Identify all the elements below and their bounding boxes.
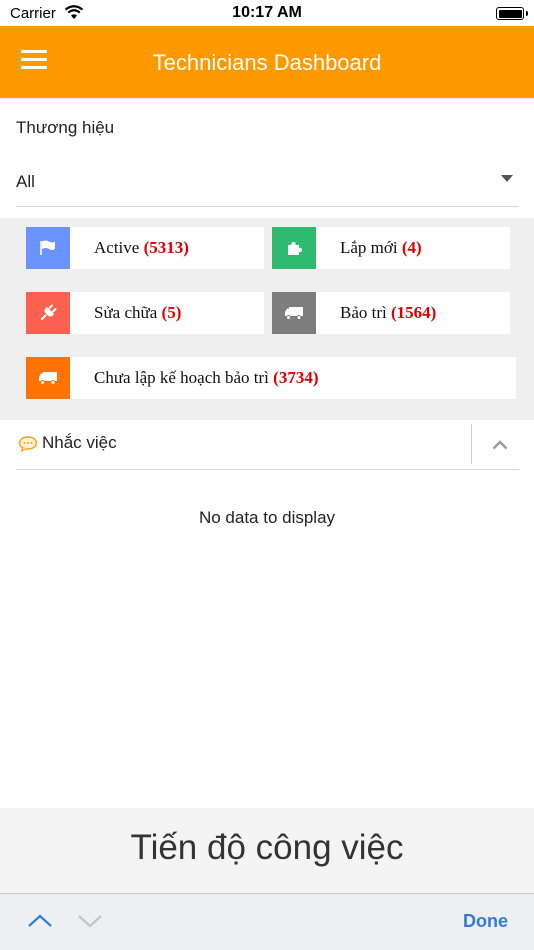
truck-icon <box>272 292 316 334</box>
tile-count: (5313) <box>143 238 189 257</box>
brand-filter-label: Thương hiệu <box>16 118 115 137</box>
chevron-up-icon <box>28 914 52 927</box>
tile-label: Lắp mới (4) <box>340 238 422 257</box>
plug-icon <box>26 292 70 334</box>
tile-active[interactable]: Active (5313) <box>26 227 264 269</box>
clock: 10:17 AM <box>232 4 302 21</box>
tile-lap-moi[interactable]: Lắp mới (4) <box>272 227 510 269</box>
picker-selected-item[interactable]: Tiến độ công việc <box>0 828 534 868</box>
empty-state: No data to display <box>198 508 336 527</box>
tile-count: (1564) <box>391 303 437 322</box>
truck-icon <box>26 357 70 399</box>
chat-bubble-icon <box>18 436 38 457</box>
dropdown-caret-icon <box>501 175 513 182</box>
done-button[interactable]: Done <box>463 911 508 932</box>
page-title: Technicians Dashboard <box>152 50 382 75</box>
tile-label: Bảo trì (1564) <box>340 303 437 322</box>
tile-sua-chua[interactable]: Sửa chữa (5) <box>26 292 264 334</box>
tile-label: Sửa chữa (5) <box>94 303 182 322</box>
nav-bar: Technicians Dashboard <box>0 26 534 98</box>
flag-icon <box>26 227 70 269</box>
chevron-down-icon <box>78 915 102 928</box>
next-button[interactable] <box>75 908 105 934</box>
divider <box>471 424 472 464</box>
brand-filter-select[interactable]: All <box>16 160 519 207</box>
battery-level <box>498 9 522 18</box>
tile-count: (5) <box>161 303 182 322</box>
brand-filter-value: All <box>16 172 35 191</box>
status-tiles: Active (5313) Lắp mới (4) Sửa chữa (5) B… <box>0 218 534 420</box>
reminder-header: Nhắc việc <box>16 422 519 470</box>
tile-bao-tri[interactable]: Bảo trì (1564) <box>272 292 510 334</box>
previous-button[interactable] <box>25 908 55 934</box>
tile-chua-lap-ke-hoach[interactable]: Chưa lập kế hoạch bảo trì (3734) <box>26 357 516 399</box>
battery-icon <box>496 7 528 20</box>
keyboard-accessory-bar: Done <box>0 893 534 950</box>
tile-count: (3734) <box>273 368 319 387</box>
puzzle-icon <box>272 227 316 269</box>
reminder-title: Nhắc việc <box>42 433 117 452</box>
status-bar: Carrier 10:17 AM <box>0 0 534 26</box>
tile-label: Active (5313) <box>94 238 189 257</box>
chevron-up-icon <box>492 440 508 450</box>
picker-wheel[interactable]: Tiến độ công việc <box>0 808 534 894</box>
collapse-button[interactable] <box>482 426 518 464</box>
tile-label: Chưa lập kế hoạch bảo trì (3734) <box>94 368 319 387</box>
tile-count: (4) <box>401 238 422 257</box>
